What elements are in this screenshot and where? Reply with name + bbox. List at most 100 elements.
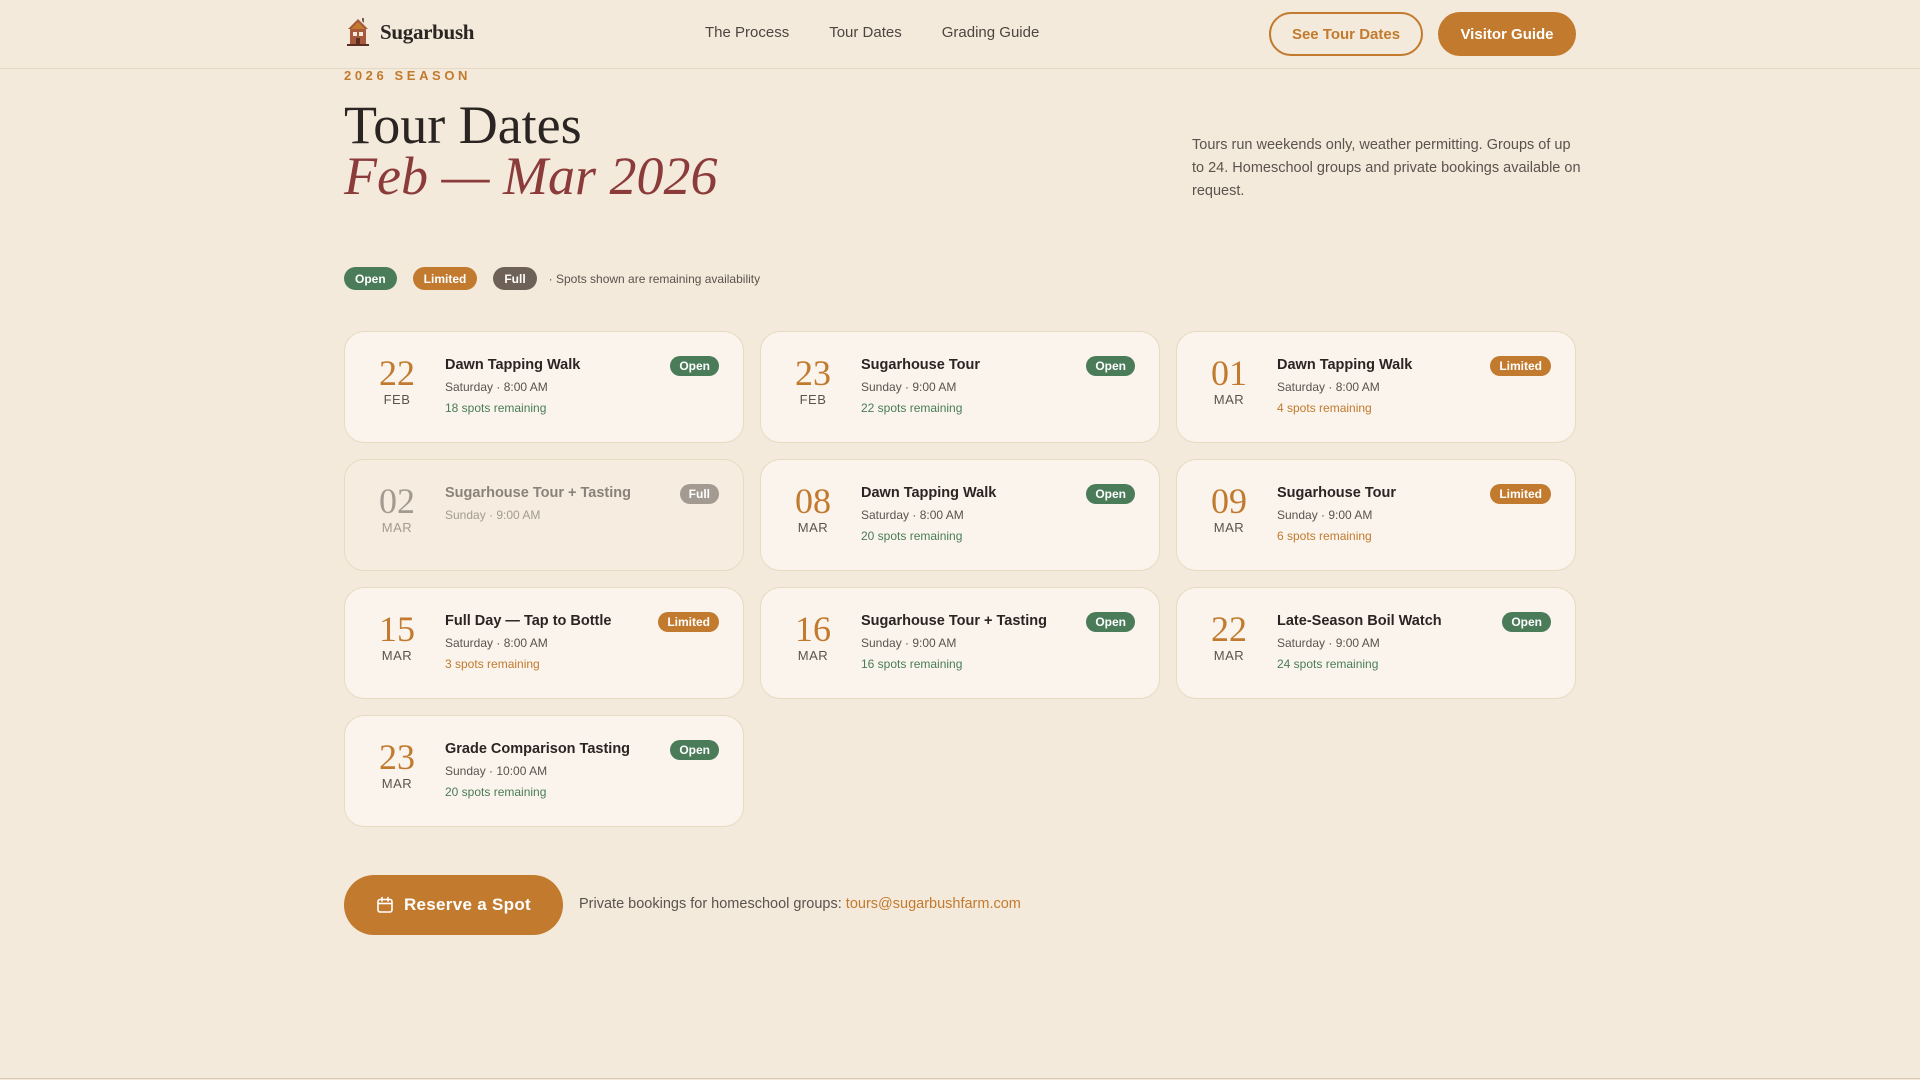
tour-card[interactable]: 01 MAR Dawn Tapping Walk Saturday · 8:00 AM… — [1176, 331, 1576, 443]
tour-month: MAR — [381, 776, 413, 791]
tour-time: Sunday · 9:00 AM — [861, 380, 957, 394]
tour-card[interactable]: 23 FEB Sugarhouse Tour Sunday · 9:00 AM 22 s… — [760, 331, 1160, 443]
nav-item-tour-dates[interactable]: Tour Dates — [829, 24, 902, 41]
tour-name: Late-Season Boil Watch — [1277, 613, 1442, 629]
tour-month: MAR — [1213, 392, 1245, 407]
tour-day: 08 — [795, 481, 831, 521]
tour-day: 09 — [1211, 481, 1247, 521]
tour-name: Grade Comparison Tasting — [445, 741, 631, 757]
visitor-guide-button[interactable]: Visitor Guide — [1438, 12, 1576, 56]
tour-card[interactable]: 09 MAR Sugarhouse Tour Sunday · 9:00 AM 6 sp… — [1176, 459, 1576, 571]
tour-info: Sugarhouse Tour + Tasting Sunday · 9:00 A… — [445, 485, 631, 529]
tour-info: Dawn Tapping Walk Saturday · 8:00 AM 18 sp… — [445, 357, 580, 415]
tour-name: Dawn Tapping Walk — [861, 485, 997, 501]
tour-time: Sunday · 9:00 AM — [1277, 508, 1373, 522]
nav-item-grading-guide[interactable]: Grading Guide — [942, 24, 1040, 41]
tour-status-badge: Open — [1502, 612, 1551, 632]
legend-limited-badge: Limited — [412, 267, 478, 290]
brand-name: Sugarbush — [380, 19, 475, 44]
tour-card[interactable]: 08 MAR Dawn Tapping Walk Saturday · 8:00 AM… — [760, 459, 1160, 571]
tour-date: 23 FEB — [787, 354, 839, 407]
tour-info: Sugarhouse Tour Sunday · 9:00 AM 22 spots … — [861, 357, 980, 415]
tour-info: Late-Season Boil Watch Saturday · 9:00 AM… — [1277, 613, 1442, 671]
season-eyebrow: 2026 SEASON — [344, 68, 472, 83]
page-subtitle: Feb — Mar 2026 — [344, 146, 718, 206]
tour-date: 22 FEB — [371, 354, 423, 407]
intro-text: Tours run weekends only, weather permitt… — [1192, 137, 1581, 199]
tour-name: Sugarhouse Tour — [861, 357, 980, 373]
tour-spots-remaining: 6 spots remaining — [1277, 529, 1372, 543]
tour-info: Dawn Tapping Walk Saturday · 8:00 AM 4 spo… — [1277, 357, 1412, 415]
tour-day: 22 — [1211, 609, 1247, 649]
tour-date: 15 MAR — [371, 610, 423, 663]
calendar-icon — [377, 896, 393, 913]
tour-card[interactable]: 22 MAR Late-Season Boil Watch Saturday · 9:… — [1176, 587, 1576, 699]
tour-month: FEB — [383, 392, 411, 407]
tour-time: Saturday · 8:00 AM — [445, 636, 548, 650]
tour-day: 01 — [1211, 353, 1247, 393]
tour-spots-remaining: 20 spots remaining — [445, 785, 547, 799]
tour-card[interactable]: 02 MAR Sugarhouse Tour + Tasting Sunday · 9… — [344, 459, 744, 571]
tour-spots-remaining: 18 spots remaining — [445, 401, 547, 415]
tour-card[interactable]: 22 FEB Dawn Tapping Walk Saturday · 8:00 AM… — [344, 331, 744, 443]
tour-time: Saturday · 8:00 AM — [445, 380, 548, 394]
main-nav: The Process Tour Dates Grading Guide — [705, 24, 1039, 41]
tour-spots-remaining: 16 spots remaining — [861, 657, 963, 671]
tour-info: Full Day — Tap to Bottle Saturday · 8:00 … — [445, 613, 611, 671]
status-legend: Open Limited Full · Spots shown are rema… — [344, 267, 760, 290]
maple-sugarhouse-icon — [347, 18, 369, 46]
legend-open-badge: Open — [344, 267, 397, 290]
site-header: Sugarbush The Process Tour Dates Grading… — [0, 0, 1920, 69]
tour-spots-remaining: 24 spots remaining — [1277, 657, 1379, 671]
tour-status-badge: Limited — [658, 612, 719, 632]
tour-card[interactable]: 15 MAR Full Day — Tap to Bottle Saturday · … — [344, 587, 744, 699]
tour-info: Grade Comparison Tasting Sunday · 10:00 A… — [445, 741, 630, 799]
tour-dates-grid: 22 FEB Dawn Tapping Walk Saturday · 8:00 AM… — [344, 331, 1576, 827]
tour-name: Dawn Tapping Walk — [445, 357, 581, 373]
tour-status-badge: Limited — [1490, 484, 1551, 504]
tour-date: 08 MAR — [787, 482, 839, 535]
tour-time: Saturday · 8:00 AM — [861, 508, 964, 522]
private-bookings-text: Private bookings for homeschool groups: — [579, 896, 846, 912]
tour-status-badge: Open — [670, 356, 719, 376]
tour-time: Sunday · 10:00 AM — [445, 764, 548, 778]
tour-day: 16 — [795, 609, 831, 649]
tour-day: 23 — [795, 353, 831, 393]
tour-name: Sugarhouse Tour + Tasting — [861, 613, 1047, 629]
tour-spots-remaining: 4 spots remaining — [1277, 401, 1372, 415]
tour-time: Saturday · 8:00 AM — [1277, 380, 1380, 394]
reserve-spot-button[interactable]: Reserve a Spot — [344, 875, 563, 935]
tour-day: 02 — [379, 481, 415, 521]
tour-info: Sugarhouse Tour + Tasting Sunday · 9:00 A… — [861, 613, 1047, 671]
nav-item-the-process[interactable]: The Process — [705, 24, 789, 41]
tour-time: Saturday · 9:00 AM — [1277, 636, 1380, 650]
tour-name: Sugarhouse Tour — [1277, 485, 1396, 501]
tour-time: Sunday · 9:00 AM — [861, 636, 957, 650]
tour-info: Sugarhouse Tour Sunday · 9:00 AM 6 spots r… — [1277, 485, 1396, 543]
tour-time: Sunday · 9:00 AM — [445, 508, 541, 522]
legend-note: · Spots shown are remaining availability — [548, 271, 761, 286]
tour-day: 22 — [379, 353, 415, 393]
tour-month: MAR — [1213, 648, 1245, 663]
tour-month: MAR — [381, 520, 413, 535]
tour-day: 15 — [379, 609, 415, 649]
tour-status-badge: Limited — [1490, 356, 1551, 376]
tour-card[interactable]: 23 MAR Grade Comparison Tasting Sunday · 10… — [344, 715, 744, 827]
footer-divider — [0, 1078, 1920, 1079]
private-bookings-note: Private bookings for homeschool groups: … — [579, 896, 1021, 912]
tour-day: 23 — [379, 737, 415, 777]
tour-status-badge: Open — [1086, 356, 1135, 376]
tour-status-badge: Open — [1086, 612, 1135, 632]
tour-status-badge: Open — [670, 740, 719, 760]
contact-email-link[interactable]: tours@sugarbushfarm.com — [846, 896, 1021, 912]
tour-spots-remaining: 22 spots remaining — [861, 401, 963, 415]
tour-date: 09 MAR — [1203, 482, 1255, 535]
legend-full-badge: Full — [493, 267, 537, 290]
tour-date: 23 MAR — [371, 738, 423, 791]
tour-date: 16 MAR — [787, 610, 839, 663]
tour-month: MAR — [1213, 520, 1245, 535]
tour-month: MAR — [797, 648, 829, 663]
tour-card[interactable]: 16 MAR Sugarhouse Tour + Tasting Sunday · 9… — [760, 587, 1160, 699]
brand-logo[interactable]: Sugarbush — [344, 17, 475, 47]
see-tour-dates-button[interactable]: See Tour Dates — [1269, 12, 1423, 56]
